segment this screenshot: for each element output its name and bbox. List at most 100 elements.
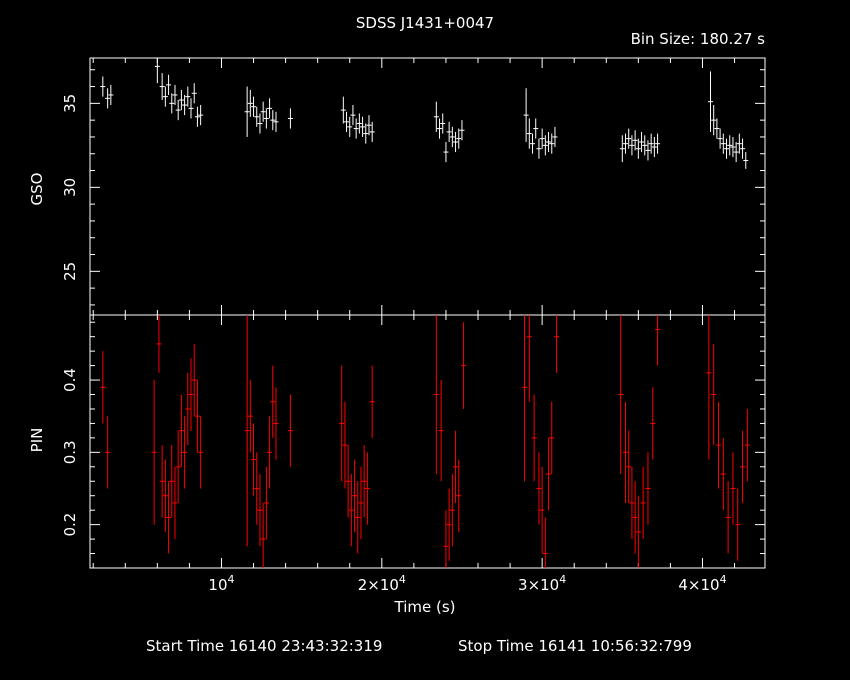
data-point (185, 372, 191, 446)
data-point (655, 133, 661, 154)
data-point (100, 351, 106, 424)
x-tick-label: 104 (208, 573, 234, 594)
data-point (356, 113, 362, 134)
data-point (105, 88, 111, 109)
data-point (159, 445, 165, 518)
stop-time-label: Stop Time 16141 10:56:32:799 (458, 637, 692, 655)
y-tick-label: 0.4 (61, 368, 79, 392)
data-point (273, 387, 279, 460)
data-point (706, 315, 712, 460)
data-point (198, 416, 204, 489)
light-curve-plot: SDSS J1431+0047 Bin Size: 180.27 s 25 30 3… (28, 14, 766, 655)
data-point (361, 445, 367, 518)
y-tick-label: 0.2 (61, 513, 79, 537)
data-point (350, 105, 356, 126)
data-point (172, 84, 178, 106)
data-point (650, 387, 656, 460)
data-point (151, 380, 157, 525)
x-tick-label: 3×104 (518, 573, 566, 594)
data-point (536, 452, 542, 525)
data-point (162, 86, 168, 107)
data-point (185, 86, 191, 107)
gso-panel: 25 30 35 (61, 57, 766, 316)
data-point (623, 401, 629, 503)
data-point (542, 517, 548, 568)
data-point (188, 98, 194, 119)
data-point (166, 481, 172, 554)
data-point (100, 76, 106, 97)
data-point (247, 89, 253, 117)
data-point (724, 138, 730, 159)
data-point (531, 394, 537, 482)
pin-panel: 0.2 0.3 0.4 104 2×104 3×104 4×104 (61, 314, 766, 594)
data-point (735, 488, 741, 561)
data-point (635, 495, 641, 568)
gso-axis-label: GSO (28, 173, 46, 206)
plot-frame (89, 57, 766, 316)
y-tick-label: 30 (61, 178, 79, 197)
start-time-label: Start Time 16140 23:43:32:319 (146, 637, 382, 655)
data-point (526, 118, 532, 149)
data-point (629, 466, 635, 540)
data-point (340, 96, 346, 124)
data-point (169, 93, 175, 114)
data-point (740, 138, 746, 159)
data-point (645, 452, 651, 525)
time-axis-label: Time (s) (394, 598, 456, 616)
data-point (716, 401, 722, 489)
data-point (437, 118, 443, 139)
data-point (740, 430, 746, 503)
data-point (348, 474, 354, 547)
data-point (347, 116, 353, 137)
data-point (619, 135, 625, 163)
data-point (743, 152, 749, 169)
y-tick-label: 0.3 (61, 440, 79, 464)
data-point (105, 416, 111, 489)
data-point (446, 121, 452, 142)
data-point (640, 466, 646, 540)
data-point (461, 322, 467, 409)
data-point (623, 133, 629, 154)
data-point (339, 365, 345, 482)
data-point (260, 502, 266, 568)
data-point (720, 133, 726, 154)
y-tick-label: 25 (61, 262, 79, 281)
data-point (355, 481, 361, 554)
data-point (456, 459, 462, 532)
data-point (178, 89, 184, 111)
data-point (632, 130, 638, 151)
data-point (736, 133, 742, 154)
data-point (247, 380, 253, 453)
data-point (172, 466, 178, 540)
data-point (244, 315, 250, 547)
data-point (530, 133, 536, 154)
data-point (707, 71, 713, 132)
data-point (446, 488, 452, 561)
data-point (273, 111, 279, 132)
data-point (159, 73, 165, 100)
data-point (720, 437, 726, 511)
data-point (449, 126, 455, 148)
data-point (108, 84, 114, 106)
data-point (169, 445, 175, 518)
data-point (453, 131, 459, 153)
data-point (711, 343, 717, 446)
data-point (717, 128, 723, 149)
data-point (730, 452, 736, 525)
x-tick-label: 2×104 (358, 573, 406, 594)
data-point (194, 380, 200, 453)
data-point (166, 74, 172, 95)
data-point (270, 365, 276, 438)
data-point (194, 106, 200, 127)
data-point (182, 94, 188, 116)
data-point (443, 141, 449, 163)
data-point (251, 96, 257, 117)
data-point (642, 135, 648, 156)
data-point (198, 105, 204, 126)
data-point (154, 58, 160, 84)
data-point (352, 459, 358, 532)
data-point (433, 101, 439, 132)
data-point (287, 108, 293, 129)
x-tick-label: 4×104 (678, 573, 726, 594)
data-point (353, 118, 359, 139)
